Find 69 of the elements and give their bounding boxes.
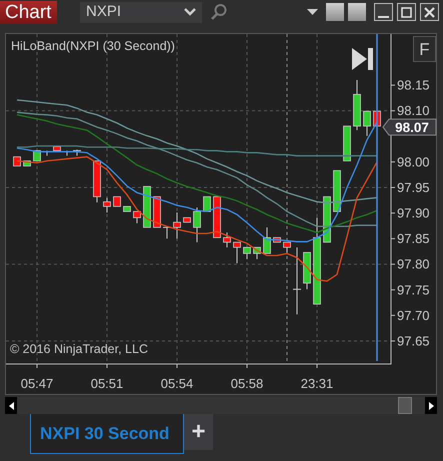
scroll-right-button[interactable] (425, 397, 437, 414)
time-axis-label: 05:54 (160, 376, 194, 391)
candlestick (133, 211, 141, 224)
f-button[interactable]: F (413, 36, 436, 62)
candlestick (323, 196, 331, 243)
time-axis-label: 05:51 (90, 376, 124, 391)
candlestick (273, 237, 281, 243)
scroll-thumb[interactable] (398, 397, 412, 414)
candlestick (203, 196, 211, 212)
candlestick (263, 226, 271, 254)
candlestick (303, 252, 311, 290)
time-axis-label: 23:31 (300, 376, 334, 391)
search-icon[interactable] (210, 3, 228, 21)
maximize-button[interactable] (397, 3, 416, 21)
right-arrow-icon (428, 402, 434, 410)
candlestick (162, 226, 172, 240)
close-icon (424, 6, 435, 18)
candlestick (53, 146, 61, 152)
chart-tab[interactable]: NXPI 30 Second (30, 414, 184, 454)
candlestick (173, 212, 181, 240)
candlestick (343, 126, 351, 162)
price-axis-label: 98.10 (397, 103, 430, 118)
price-axis-label: 97.80 (397, 256, 430, 272)
price-axis-label: 97.75 (397, 282, 430, 298)
time-axis-label: 05:47 (20, 376, 54, 391)
maximize-icon (401, 6, 412, 18)
price-marker: 98.07 (382, 118, 436, 136)
chart-title: HiLoBand(NXPI (30 Second)) (11, 39, 175, 53)
candlestick (193, 206, 201, 243)
candlestick (233, 242, 241, 264)
instrument-dropdown[interactable]: NXPI (80, 2, 202, 22)
candlestick (123, 206, 131, 212)
candlestick (93, 160, 101, 203)
chart-menu-button[interactable]: Chart (0, 0, 57, 24)
candlestick (253, 246, 261, 260)
candlestick (103, 197, 111, 214)
price-axis-label: 98.15 (397, 78, 430, 93)
price-axis-label: 97.90 (397, 206, 430, 221)
candlestick (333, 170, 341, 212)
candlestick (243, 246, 251, 260)
candlestick (223, 232, 231, 248)
add-tab-button[interactable]: + (184, 414, 213, 450)
caret-icon[interactable] (307, 9, 318, 15)
left-arrow-icon (8, 402, 14, 410)
price-axis-label: 97.85 (397, 231, 430, 246)
candlestick (113, 196, 121, 207)
price-axis-label: 97.70 (397, 308, 430, 323)
candlestick (353, 80, 361, 131)
copyright-text: © 2016 NinjaTrader, LLC (10, 342, 148, 356)
candlestick (213, 196, 221, 238)
candlestick (13, 156, 21, 166)
candlestick (143, 186, 151, 228)
candlestick (292, 246, 302, 315)
minimize-button[interactable] (374, 3, 393, 21)
candlestick (23, 160, 31, 166)
candlestick (153, 196, 161, 228)
candlestick (33, 150, 41, 162)
candlestick (183, 217, 191, 223)
candlestick (363, 110, 371, 136)
time-axis-label: 05:58 (230, 376, 264, 391)
chevron-icon (184, 8, 196, 16)
close-button[interactable] (420, 3, 439, 21)
minimize-icon (378, 16, 389, 18)
price-axis-label: 98.00 (397, 154, 430, 170)
price-axis-label: 97.95 (397, 180, 430, 195)
scroll-left-button[interactable] (5, 397, 17, 414)
price-axis-label: 97.65 (397, 333, 430, 348)
candlestick (283, 242, 291, 253)
skip-to-end-icon[interactable] (352, 48, 373, 70)
